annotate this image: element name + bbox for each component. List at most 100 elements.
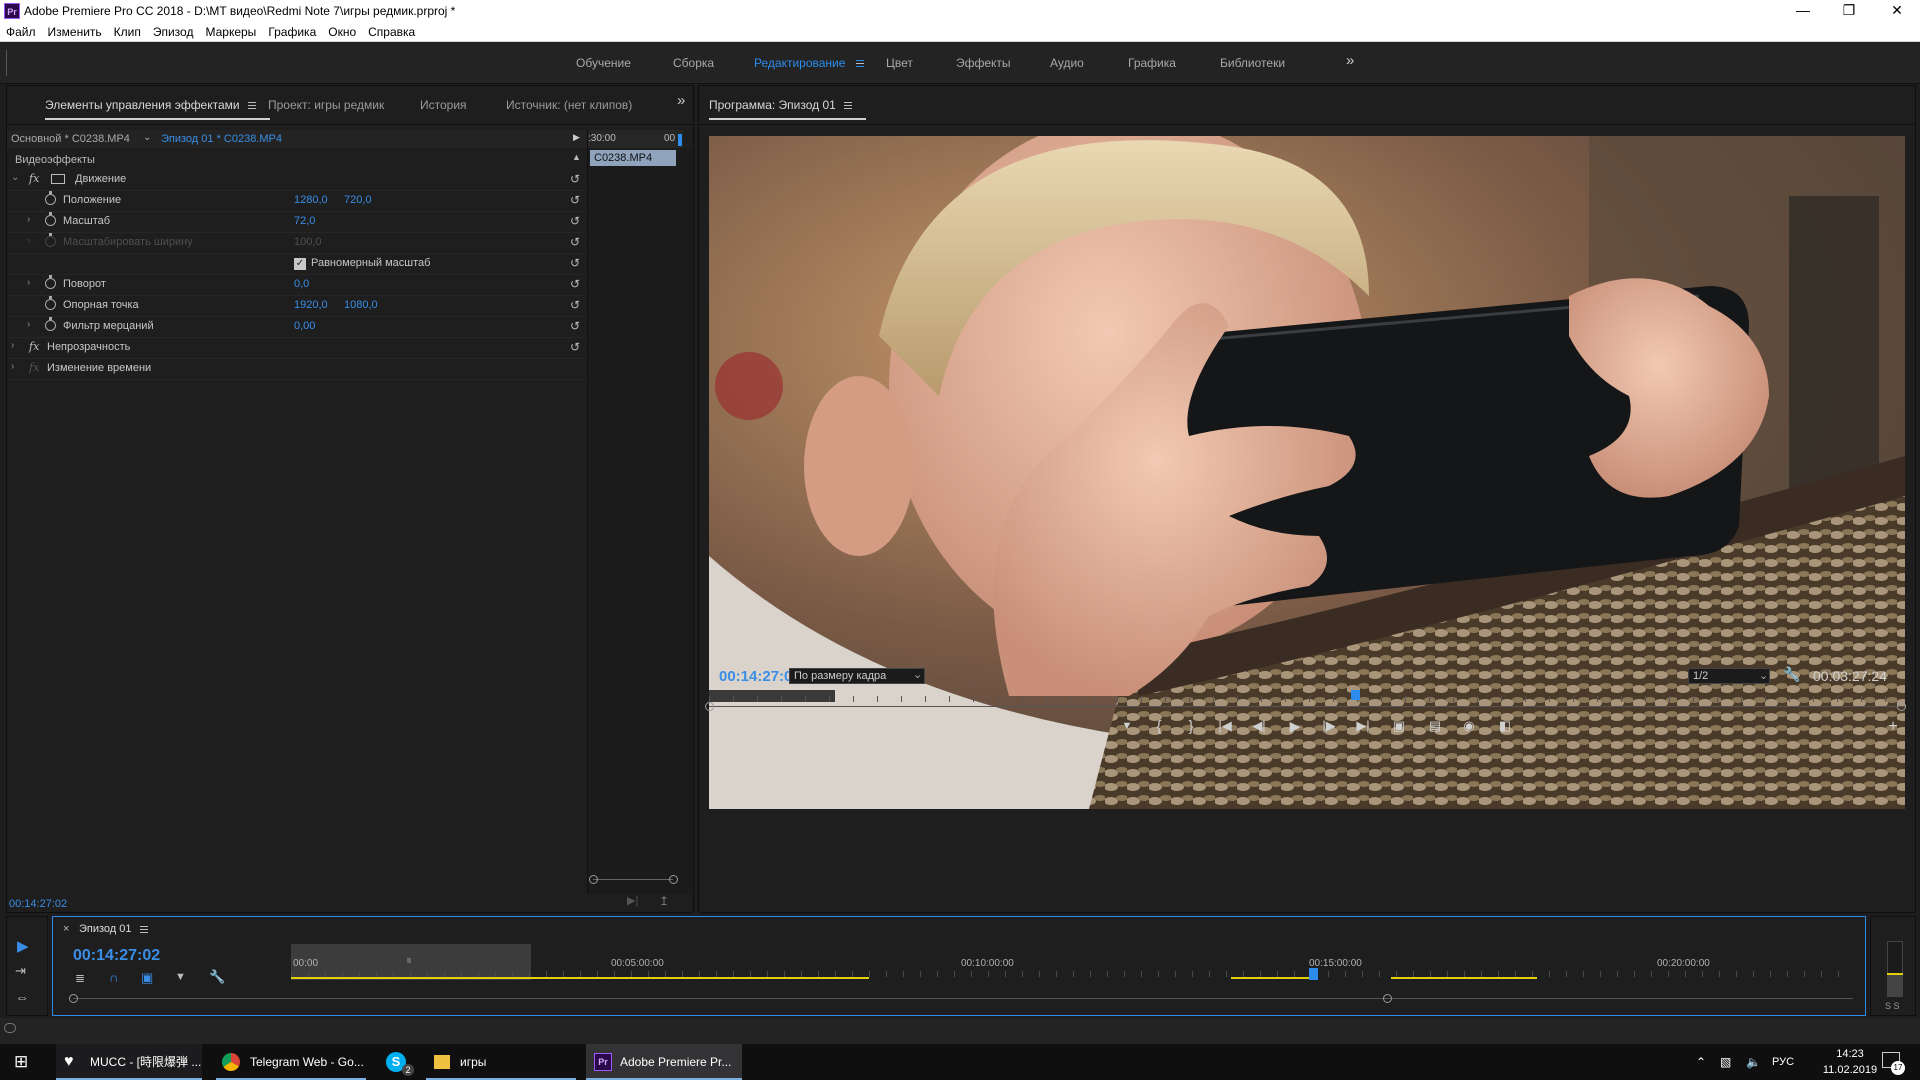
menu-window[interactable]: Окно bbox=[322, 22, 362, 42]
reset-icon[interactable]: ↺ bbox=[570, 194, 583, 207]
chevron-right-icon[interactable]: › bbox=[27, 319, 30, 330]
drag-handle[interactable] bbox=[6, 50, 7, 76]
workspace-color[interactable]: Цвет bbox=[886, 56, 913, 70]
taskbar-item-premiere[interactable]: Pr Adobe Premiere Pr... bbox=[586, 1044, 742, 1080]
clock[interactable]: 14:23 11.02.2019 bbox=[1820, 1046, 1880, 1078]
anchor-y-value[interactable]: 1080,0 bbox=[344, 299, 378, 311]
export-frame-icon[interactable]: ◉ bbox=[1459, 718, 1479, 734]
wrench-icon[interactable]: 🔧 bbox=[1783, 666, 1800, 683]
taskbar-item-folder[interactable]: игры bbox=[426, 1044, 576, 1080]
tray-chevron-up-icon[interactable]: ⌃ bbox=[1696, 1044, 1706, 1080]
timeline-ruler[interactable]: 00:00 00:05:00:00 00:10:00:00 00:15:00:0… bbox=[291, 944, 1851, 980]
volume-icon[interactable]: 🔈 bbox=[1746, 1044, 1761, 1080]
tab-sequence[interactable]: Эпизод 01 bbox=[79, 923, 148, 935]
go-to-in-icon[interactable]: |◀ bbox=[1215, 718, 1235, 734]
transform-icon[interactable] bbox=[51, 174, 65, 184]
reset-icon[interactable]: ↺ bbox=[570, 173, 583, 186]
menu-help[interactable]: Справка bbox=[362, 22, 421, 42]
more-tabs-icon[interactable]: » bbox=[677, 92, 685, 109]
reset-icon[interactable]: ↺ bbox=[570, 320, 583, 333]
close-icon[interactable]: × bbox=[63, 923, 69, 935]
position-x-value[interactable]: 1280,0 bbox=[294, 194, 328, 206]
linked-selection-icon[interactable]: ▣ bbox=[141, 970, 153, 986]
rotation-value[interactable]: 0,0 bbox=[294, 278, 309, 290]
chevron-right-icon[interactable]: › bbox=[27, 214, 30, 225]
more-workspaces-icon[interactable]: » bbox=[1346, 52, 1354, 69]
fx-icon[interactable]: fx bbox=[29, 340, 39, 353]
meter-solo-label[interactable]: S S bbox=[1885, 1001, 1900, 1011]
fx-icon[interactable]: fx bbox=[29, 172, 39, 185]
program-scrub-bar[interactable] bbox=[709, 690, 1905, 704]
add-marker-icon[interactable]: ▼ bbox=[175, 971, 186, 983]
menu-sequence[interactable]: Эпизод bbox=[147, 22, 200, 42]
position-y-value[interactable]: 720,0 bbox=[344, 194, 372, 206]
tab-project[interactable]: Проект: игры редмик bbox=[268, 98, 384, 112]
workspace-audio[interactable]: Аудио bbox=[1050, 56, 1084, 70]
workspace-editing[interactable]: Редактирование bbox=[754, 56, 845, 70]
tab-source[interactable]: Источник: (нет клипов) bbox=[506, 98, 632, 112]
chevron-down-icon[interactable]: ⌄ bbox=[11, 172, 19, 183]
menu-markers[interactable]: Маркеры bbox=[199, 22, 262, 42]
zoom-handle-left[interactable] bbox=[589, 875, 598, 884]
zoom-handle-left[interactable] bbox=[69, 994, 78, 1003]
tab-history[interactable]: История bbox=[420, 98, 467, 112]
stopwatch-icon[interactable] bbox=[45, 212, 56, 226]
track-select-tool-icon[interactable]: ⇥ bbox=[15, 963, 26, 979]
menu-edit[interactable]: Изменить bbox=[42, 22, 108, 42]
scale-value[interactable]: 72,0 bbox=[294, 215, 315, 227]
mark-out-icon[interactable]: } bbox=[1181, 718, 1201, 735]
snap-magnet-icon[interactable]: ∩ bbox=[109, 970, 118, 985]
export-icon[interactable]: ↥ bbox=[659, 894, 669, 908]
taskbar-item-skype[interactable]: S 2 bbox=[380, 1044, 416, 1080]
battery-icon[interactable]: ▧ bbox=[1720, 1044, 1731, 1080]
video-frame[interactable] bbox=[709, 136, 1905, 809]
effect-controls-timecode[interactable]: 00:14:27:02 bbox=[9, 898, 67, 910]
tab-effect-controls[interactable]: Элементы управления эффектами bbox=[45, 98, 270, 120]
zoom-scrollbar[interactable] bbox=[593, 879, 673, 880]
add-marker-icon[interactable]: ▼ bbox=[1117, 720, 1137, 732]
effect-time-remap-row[interactable]: › fx Изменение времени bbox=[7, 359, 587, 380]
selection-tool-icon[interactable]: ▶ bbox=[17, 937, 29, 955]
chevron-right-icon[interactable]: › bbox=[11, 361, 14, 372]
panel-menu-icon[interactable] bbox=[139, 925, 148, 933]
clip-chip[interactable]: C0238.MP4 bbox=[590, 150, 676, 166]
zoom-scrollbar[interactable] bbox=[709, 706, 1905, 707]
effect-opacity-row[interactable]: › fx Непрозрачность ↺ bbox=[7, 338, 587, 359]
reset-icon[interactable]: ↺ bbox=[570, 341, 583, 354]
step-back-icon[interactable]: ◀| bbox=[1249, 718, 1269, 734]
workspace-assembly[interactable]: Сборка bbox=[673, 56, 714, 70]
close-button[interactable]: ✕ bbox=[1874, 0, 1920, 22]
chevron-right-icon[interactable]: › bbox=[27, 277, 30, 288]
program-playhead[interactable] bbox=[1350, 690, 1360, 700]
taskbar-item-mucc[interactable]: ♥ MUCC - [時限爆弾 ... bbox=[56, 1044, 202, 1080]
mini-playhead[interactable] bbox=[678, 134, 682, 146]
insert-nest-icon[interactable]: ≣ bbox=[75, 971, 85, 985]
reset-icon[interactable]: ↺ bbox=[570, 278, 583, 291]
wrench-icon[interactable]: 🔧 bbox=[209, 969, 225, 985]
extract-icon[interactable]: ▤ bbox=[1425, 718, 1445, 734]
anchor-x-value[interactable]: 1920,0 bbox=[294, 299, 328, 311]
zoom-handle-right[interactable] bbox=[669, 875, 678, 884]
go-to-out-icon[interactable]: ▶| bbox=[1353, 718, 1373, 734]
collapse-up-icon[interactable]: ▲ bbox=[572, 152, 581, 162]
mark-in-icon[interactable]: { bbox=[1149, 718, 1169, 735]
workspace-learning[interactable]: Обучение bbox=[576, 56, 631, 70]
notification-icon[interactable]: 17 bbox=[1882, 1052, 1905, 1075]
windows-start-icon[interactable]: ⊞ bbox=[14, 1044, 28, 1080]
panel-menu-icon[interactable] bbox=[843, 102, 852, 110]
lift-icon[interactable]: ▣ bbox=[1389, 718, 1409, 734]
chevron-right-icon[interactable]: › bbox=[11, 340, 14, 351]
stopwatch-icon[interactable] bbox=[45, 191, 56, 205]
master-clip-label[interactable]: Основной * C0238.MP4 bbox=[11, 133, 130, 145]
menu-file[interactable]: Файл bbox=[0, 22, 42, 42]
flicker-value[interactable]: 0,00 bbox=[294, 320, 315, 332]
effect-motion-row[interactable]: ⌄ fx Движение ↺ bbox=[7, 170, 587, 191]
reset-icon[interactable]: ↺ bbox=[570, 215, 583, 228]
filter-icon[interactable]: ▶| bbox=[627, 894, 638, 907]
resolution-dropdown[interactable]: 1/2 ⌄ bbox=[1688, 668, 1770, 684]
stopwatch-icon[interactable] bbox=[45, 317, 56, 331]
play-only-audio-icon[interactable]: ▶ bbox=[573, 132, 580, 143]
sequence-clip-label[interactable]: Эпизод 01 * C0238.MP4 bbox=[161, 133, 282, 145]
stopwatch-icon[interactable] bbox=[45, 275, 56, 289]
timeline-timecode[interactable]: 00:14:27:02 bbox=[73, 947, 160, 965]
